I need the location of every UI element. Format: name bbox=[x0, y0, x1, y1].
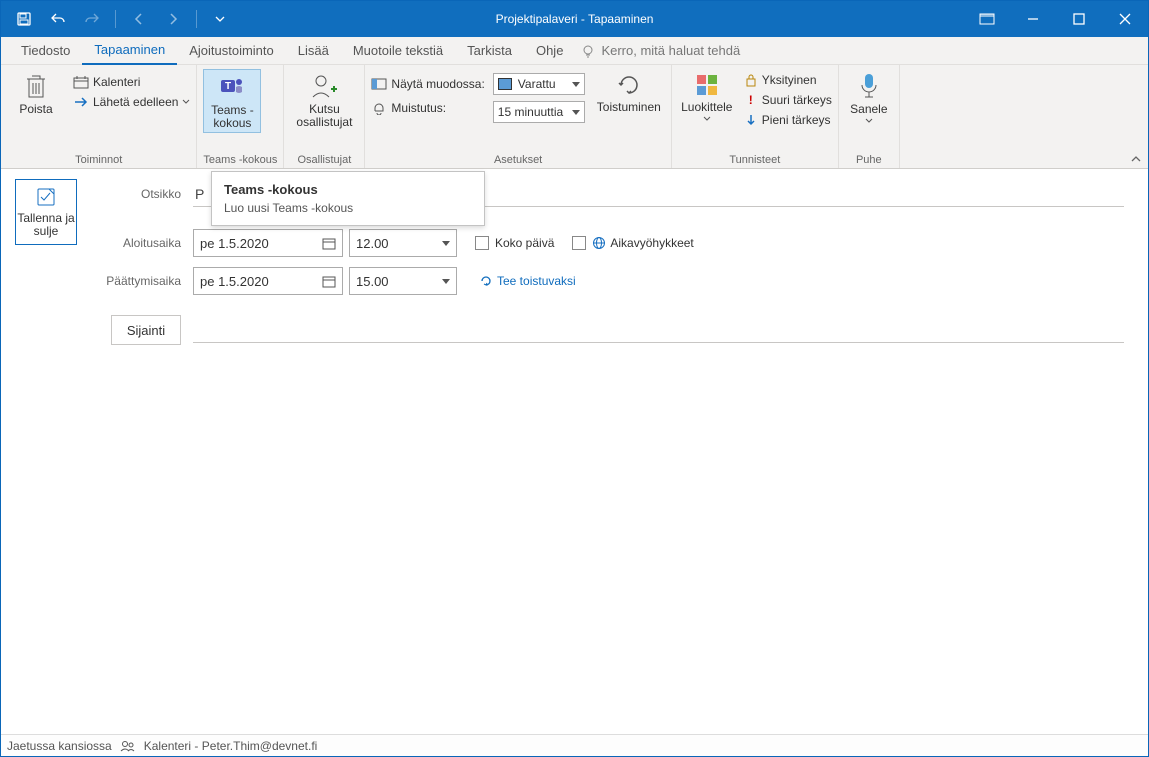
group-attendees: Kutsu osallistujat Osallistujat bbox=[284, 65, 365, 168]
tab-insert[interactable]: Lisää bbox=[286, 37, 341, 65]
chevron-down-icon bbox=[442, 279, 450, 284]
lock-icon bbox=[744, 73, 758, 87]
save-close-icon bbox=[35, 186, 57, 208]
show-as-label: Näytä muodossa: bbox=[391, 77, 484, 91]
make-recurring-link[interactable]: Tee toistuvaksi bbox=[479, 274, 576, 288]
tab-review[interactable]: Tarkista bbox=[455, 37, 524, 65]
dictate-button[interactable]: Sanele bbox=[845, 69, 893, 126]
window-title: Projektipalaveri - Tapaaminen bbox=[496, 12, 654, 26]
start-date-field[interactable]: pe 1.5.2020 bbox=[193, 229, 343, 257]
tab-help[interactable]: Ohje bbox=[524, 37, 575, 65]
add-person-icon bbox=[309, 71, 339, 101]
start-time-field[interactable]: 12.00 bbox=[349, 229, 457, 257]
ribbon-mode-icon[interactable] bbox=[964, 1, 1010, 37]
location-button[interactable]: Sijainti bbox=[111, 315, 181, 345]
calendar-button[interactable]: Kalenteri bbox=[73, 73, 190, 91]
show-as-combo[interactable]: Varattu bbox=[493, 73, 585, 95]
redo-icon bbox=[79, 1, 105, 37]
qat-customize-icon[interactable] bbox=[207, 1, 233, 37]
group-options: Näytä muodossa: Muistutus: Varattu 15 mi… bbox=[365, 65, 671, 168]
location-field[interactable] bbox=[193, 317, 1124, 343]
group-actions: Poista Kalenteri Lähetä edelleen Toiminn… bbox=[1, 65, 197, 168]
private-button[interactable]: Yksityinen bbox=[744, 71, 832, 89]
arrow-right-icon bbox=[73, 95, 89, 109]
trash-icon bbox=[23, 71, 49, 101]
chevron-down-icon bbox=[182, 98, 190, 106]
tab-appointment[interactable]: Tapaaminen bbox=[82, 37, 177, 65]
busy-swatch-icon bbox=[498, 78, 512, 90]
collapse-ribbon-icon[interactable] bbox=[1130, 154, 1142, 164]
invite-attendees-button[interactable]: Kutsu osallistujat bbox=[290, 69, 358, 131]
undo-icon[interactable] bbox=[45, 1, 71, 37]
minimize-button[interactable] bbox=[1010, 1, 1056, 37]
form-area: Tallenna ja sulje Otsikko P Aloitusaika … bbox=[1, 169, 1148, 355]
tab-format[interactable]: Muotoile tekstiä bbox=[341, 37, 455, 65]
bell-icon bbox=[371, 101, 387, 115]
chevron-down-icon bbox=[572, 82, 580, 87]
end-label: Päättymisaika bbox=[89, 274, 193, 288]
teams-meeting-button[interactable]: T Teams - kokous bbox=[203, 69, 261, 133]
forward-button[interactable]: Lähetä edelleen bbox=[73, 93, 190, 111]
show-as-icon bbox=[371, 77, 387, 91]
title-label: Otsikko bbox=[89, 187, 193, 201]
status-bar: Jaetussa kansiossa Kalenteri - Peter.Thi… bbox=[1, 734, 1148, 756]
reminder-label: Muistutus: bbox=[391, 101, 446, 115]
chevron-down-icon bbox=[572, 110, 580, 115]
tab-scheduling[interactable]: Ajoitustoiminto bbox=[177, 37, 286, 65]
end-date-field[interactable]: pe 1.5.2020 bbox=[193, 267, 343, 295]
timezones-label: Aikavyöhykkeet bbox=[610, 236, 693, 250]
allday-checkbox[interactable] bbox=[475, 236, 489, 250]
back-icon bbox=[126, 1, 152, 37]
group-tags: Luokittele Yksityinen ! Suuri tärkeys Pi… bbox=[672, 65, 839, 168]
title-bar: Projektipalaveri - Tapaaminen bbox=[1, 1, 1148, 37]
svg-text:T: T bbox=[225, 81, 231, 92]
chevron-down-icon bbox=[703, 116, 711, 122]
tab-file[interactable]: Tiedosto bbox=[9, 37, 82, 65]
timezones-checkbox[interactable] bbox=[572, 236, 586, 250]
ribbon: Poista Kalenteri Lähetä edelleen Toiminn… bbox=[1, 65, 1148, 169]
start-label: Aloitusaika bbox=[89, 236, 193, 250]
tooltip-title: Teams -kokous bbox=[224, 182, 472, 197]
chevron-down-icon bbox=[442, 241, 450, 246]
recurrence-icon bbox=[479, 274, 493, 288]
chevron-down-icon bbox=[865, 118, 873, 124]
allday-label: Koko päivä bbox=[495, 236, 554, 250]
low-importance-button[interactable]: Pieni tärkeys bbox=[744, 111, 832, 129]
group-speech: Sanele Puhe bbox=[839, 65, 900, 168]
lightbulb-icon bbox=[581, 44, 595, 58]
end-time-field[interactable]: 15.00 bbox=[349, 267, 457, 295]
arrow-down-icon bbox=[744, 113, 758, 127]
calendar-icon bbox=[322, 274, 336, 288]
menu-bar: Tiedosto Tapaaminen Ajoitustoiminto Lisä… bbox=[1, 37, 1148, 65]
people-icon bbox=[120, 739, 136, 753]
globe-icon bbox=[592, 236, 606, 250]
reminder-combo[interactable]: 15 minuuttia bbox=[493, 101, 585, 123]
tell-me-search[interactable]: Kerro, mitä haluat tehdä bbox=[581, 43, 740, 58]
categorize-icon bbox=[693, 71, 721, 99]
recurrence-icon bbox=[615, 71, 643, 99]
save-icon[interactable] bbox=[11, 1, 37, 37]
exclamation-icon: ! bbox=[744, 93, 758, 107]
maximize-button[interactable] bbox=[1056, 1, 1102, 37]
calendar-icon bbox=[73, 75, 89, 89]
high-importance-button[interactable]: ! Suuri tärkeys bbox=[744, 91, 832, 109]
calendar-icon bbox=[322, 236, 336, 250]
status-folder: Jaetussa kansiossa bbox=[7, 739, 112, 753]
tooltip: Teams -kokous Luo uusi Teams -kokous bbox=[211, 171, 485, 226]
teams-icon: T bbox=[217, 72, 247, 102]
status-calendar: Kalenteri - Peter.Thim@devnet.fi bbox=[144, 739, 318, 753]
tooltip-body: Luo uusi Teams -kokous bbox=[224, 201, 472, 215]
categorize-button[interactable]: Luokittele bbox=[678, 69, 736, 124]
group-teams: T Teams - kokous Teams -kokous bbox=[197, 65, 284, 168]
delete-button[interactable]: Poista bbox=[7, 69, 65, 118]
forward-icon bbox=[160, 1, 186, 37]
recurrence-button[interactable]: Toistuminen bbox=[593, 69, 665, 116]
save-and-close-button[interactable]: Tallenna ja sulje bbox=[15, 179, 77, 245]
close-button[interactable] bbox=[1102, 1, 1148, 37]
microphone-icon bbox=[858, 71, 880, 101]
